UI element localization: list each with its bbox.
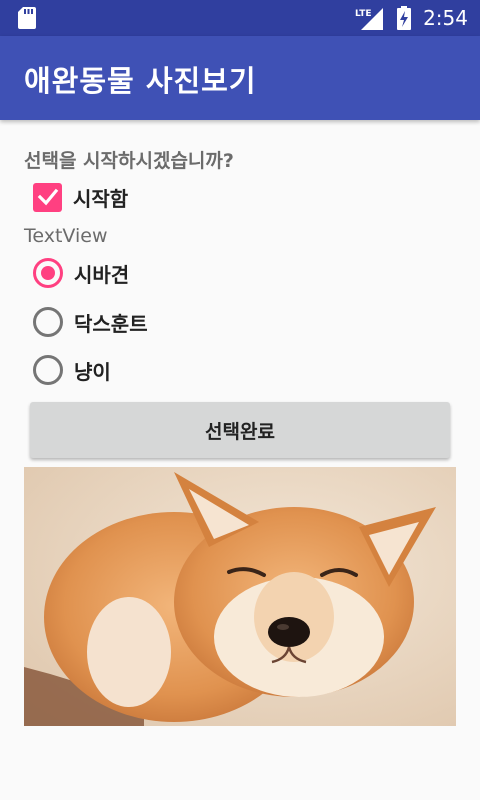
radio-label-shiba: 시바견 [74, 262, 130, 287]
done-button[interactable]: 선택완료 [30, 402, 450, 458]
radio-label-dachshund: 닥스훈트 [74, 311, 148, 336]
lte-signal-icon: LTE [355, 8, 384, 30]
app-title: 애완동물 사진보기 [24, 64, 257, 98]
radio-button-cat[interactable] [33, 355, 63, 385]
status-time: 2:54 [423, 6, 468, 30]
radio-option-dachshund[interactable]: 닥스훈트 [33, 304, 148, 340]
status-bar: LTE 2:54 [0, 0, 480, 36]
start-checkbox-label: 시작함 [73, 186, 129, 211]
radio-button-dachshund[interactable] [33, 307, 63, 337]
shiba-inu-illustration [24, 467, 456, 726]
radio-label-cat: 냥이 [74, 359, 111, 384]
radio-option-shiba[interactable]: 시바견 [33, 255, 129, 291]
textview-label: TextView [24, 225, 108, 247]
lte-label: LTE [355, 9, 372, 19]
sd-card-icon [18, 7, 36, 29]
start-checkbox-row[interactable]: 시작함 [33, 180, 128, 214]
radio-option-cat[interactable]: 냥이 [33, 352, 111, 388]
pet-photo [24, 467, 456, 726]
battery-charging-icon [397, 6, 412, 30]
question-text: 선택을 시작하시겠습니까? [24, 150, 234, 172]
checkmark-icon [37, 188, 58, 206]
radio-button-shiba[interactable] [33, 258, 63, 288]
app-bar: 애완동물 사진보기 [0, 36, 480, 120]
start-checkbox[interactable] [33, 182, 62, 212]
